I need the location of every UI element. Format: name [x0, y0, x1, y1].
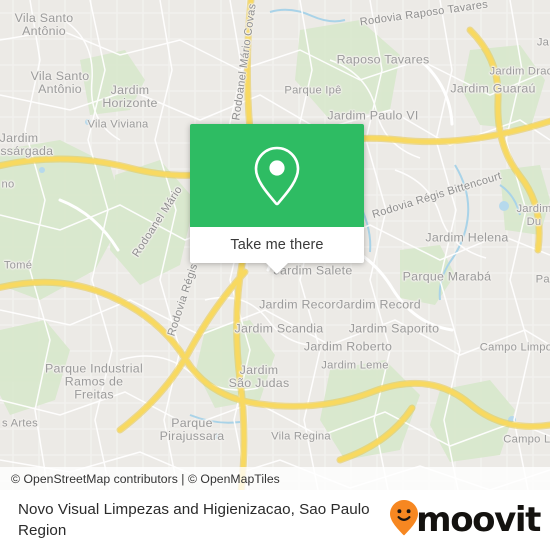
- take-me-there-label: Take me there: [230, 237, 324, 253]
- popup-header: [190, 124, 364, 227]
- map-attribution-text: © OpenStreetMap contributors | © OpenMap…: [11, 471, 280, 486]
- map-viewport[interactable]: Vila Santo Antônio Vila Santo Antônio Jard…: [0, 0, 550, 490]
- moovit-logo: moovit: [389, 499, 541, 542]
- moovit-pin-icon: [389, 499, 419, 542]
- location-title: Novo Visual Limpezas and Higienizacao, S…: [18, 501, 370, 539]
- location-popup[interactable]: Take me there: [190, 124, 364, 274]
- popup-pointer-tail: [266, 263, 288, 274]
- screenshot-root: Vila Santo Antônio Vila Santo Antônio Jard…: [0, 0, 550, 550]
- moovit-wordmark: moovit: [416, 500, 541, 540]
- map-attribution-bar: © OpenStreetMap contributors | © OpenMap…: [0, 467, 550, 490]
- map-pin-icon: [249, 144, 305, 208]
- take-me-there-button[interactable]: Take me there: [190, 227, 364, 263]
- footer-bar: Novo Visual Limpezas and Higienizacao, S…: [0, 490, 550, 550]
